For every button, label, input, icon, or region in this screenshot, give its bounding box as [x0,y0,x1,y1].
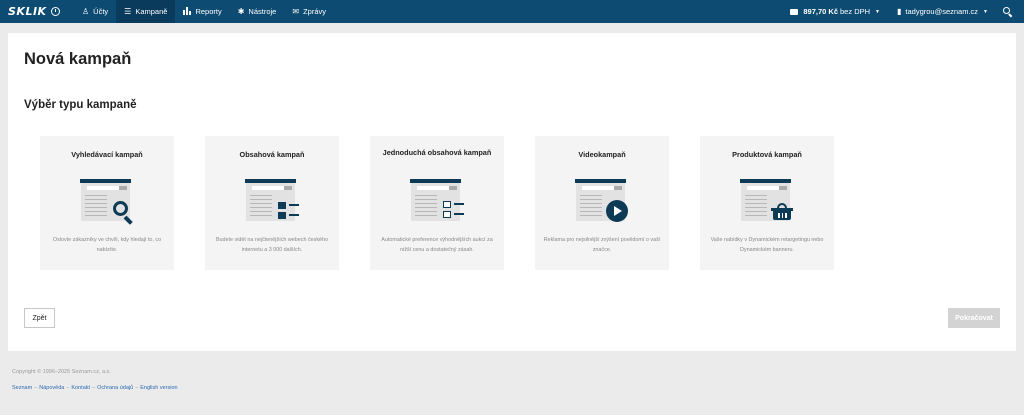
simple-display-campaign-icon [410,179,466,223]
main-nav: ♙ Účty ☰ Kampaně Reporty ✱ Nástroje ✉ Zp… [74,0,334,23]
user-dropdown[interactable]: ▮ tadygrou@seznam.cz ▼ [897,7,988,16]
credit-suffix: bez DPH [840,7,871,16]
user-icon: ▮ [896,7,902,16]
nav-item-label: Nástroje [248,7,277,16]
campaign-type-cards: Vyhledávací kampaň Oslovte zákazníky ve … [40,136,834,270]
logo-text: SKLIK [8,5,47,18]
nav-item-label: Zprávy [303,7,326,16]
video-campaign-icon [575,179,631,223]
nav-item-reporty[interactable]: Reporty [175,0,229,23]
card-title: Vyhledávací kampaň [71,150,143,159]
footer-link-privacy[interactable]: Ochrana údajů [97,385,133,391]
wallet-icon [790,8,799,15]
campaign-card-video[interactable]: Videokampaň Reklama pro nejsilnější zvýš… [535,136,669,270]
accounts-icon: ♙ [82,7,90,16]
nav-item-label: Reporty [195,7,222,16]
nav-item-ucty[interactable]: ♙ Účty [74,0,116,23]
card-description: Vaše nabídky v Dynamickém retargetingu n… [710,237,824,253]
user-email: tadygrou@seznam.cz [905,7,979,16]
card-title: Jednoduchá obsahová kampaň [382,148,492,157]
messages-icon: ✉ [292,7,300,16]
card-description: Oslovte zákazníky ve chvíli, kdy hledají… [52,237,162,253]
clock-icon [50,7,60,16]
nav-item-kampane[interactable]: ☰ Kampaně [116,0,176,23]
card-description: Budete vidět na nejčtenějších webech čes… [215,237,329,253]
campaigns-icon: ☰ [124,7,132,16]
play-icon [606,200,628,222]
campaign-card-simple-display[interactable]: Jednoduchá obsahová kampaň Automatické p… [370,136,504,270]
page-title: Nová kampaň [24,50,132,68]
campaign-card-search[interactable]: Vyhledávací kampaň Oslovte zákazníky ve … [40,136,174,270]
reports-icon [183,6,192,17]
display-campaign-icon [245,179,301,223]
card-title: Videokampaň [578,150,626,159]
credit-amount: 897,70 Kč [803,7,839,16]
footer-link-contact[interactable]: Kontakt [71,385,90,391]
sklik-logo[interactable]: SKLIK [0,0,74,23]
nav-item-label: Účty [93,7,109,16]
top-navigation-bar: SKLIK ♙ Účty ☰ Kampaně Reporty ✱ Nástroj… [0,0,1024,23]
campaign-card-display[interactable]: Obsahová kampaň Budete vidět na nejčteně… [205,136,339,270]
header-right: 897,70 Kč bez DPH ▼ ▮ tadygrou@seznam.cz… [790,0,1024,23]
chevron-down-icon: ▼ [875,8,880,15]
credit-dropdown[interactable]: 897,70 Kč bez DPH ▼ [790,7,880,16]
card-title: Obsahová kampaň [239,150,305,159]
nav-item-label: Kampaně [135,7,168,16]
main-panel: Nová kampaň Výběr typu kampaně Vyhledáva… [8,33,1016,351]
nav-item-zpravy[interactable]: ✉ Zprávy [284,0,334,23]
footer-links: Seznam – Nápověda – Kontakt – Ochrana úd… [12,385,178,391]
search-campaign-icon [80,179,136,225]
card-description: Automatické preference výhodnějších aukc… [381,237,493,253]
footer-link-seznam[interactable]: Seznam [12,385,32,391]
card-description: Reklama pro nejsilnější zvýšení povědomí… [543,237,661,253]
chevron-down-icon: ▼ [983,8,988,15]
section-title: Výběr typu kampaně [24,99,137,111]
footer-link-help[interactable]: Nápověda [39,385,64,391]
search-button[interactable] [1002,6,1014,18]
continue-button[interactable]: Pokračovat [948,308,1000,328]
copyright-text: Copyright © 1996–2025 Seznam.cz, a.s. [12,369,111,375]
product-campaign-icon [740,179,796,223]
tools-icon: ✱ [237,7,245,16]
footer-link-english[interactable]: English version [140,385,177,391]
card-title: Produktová kampaň [732,150,802,159]
back-button[interactable]: Zpět [24,308,55,328]
basket-icon [771,203,793,221]
campaign-card-product[interactable]: Produktová kampaň Vaše nabídky v Dynamic… [700,136,834,270]
nav-item-nastroje[interactable]: ✱ Nástroje [230,0,285,23]
